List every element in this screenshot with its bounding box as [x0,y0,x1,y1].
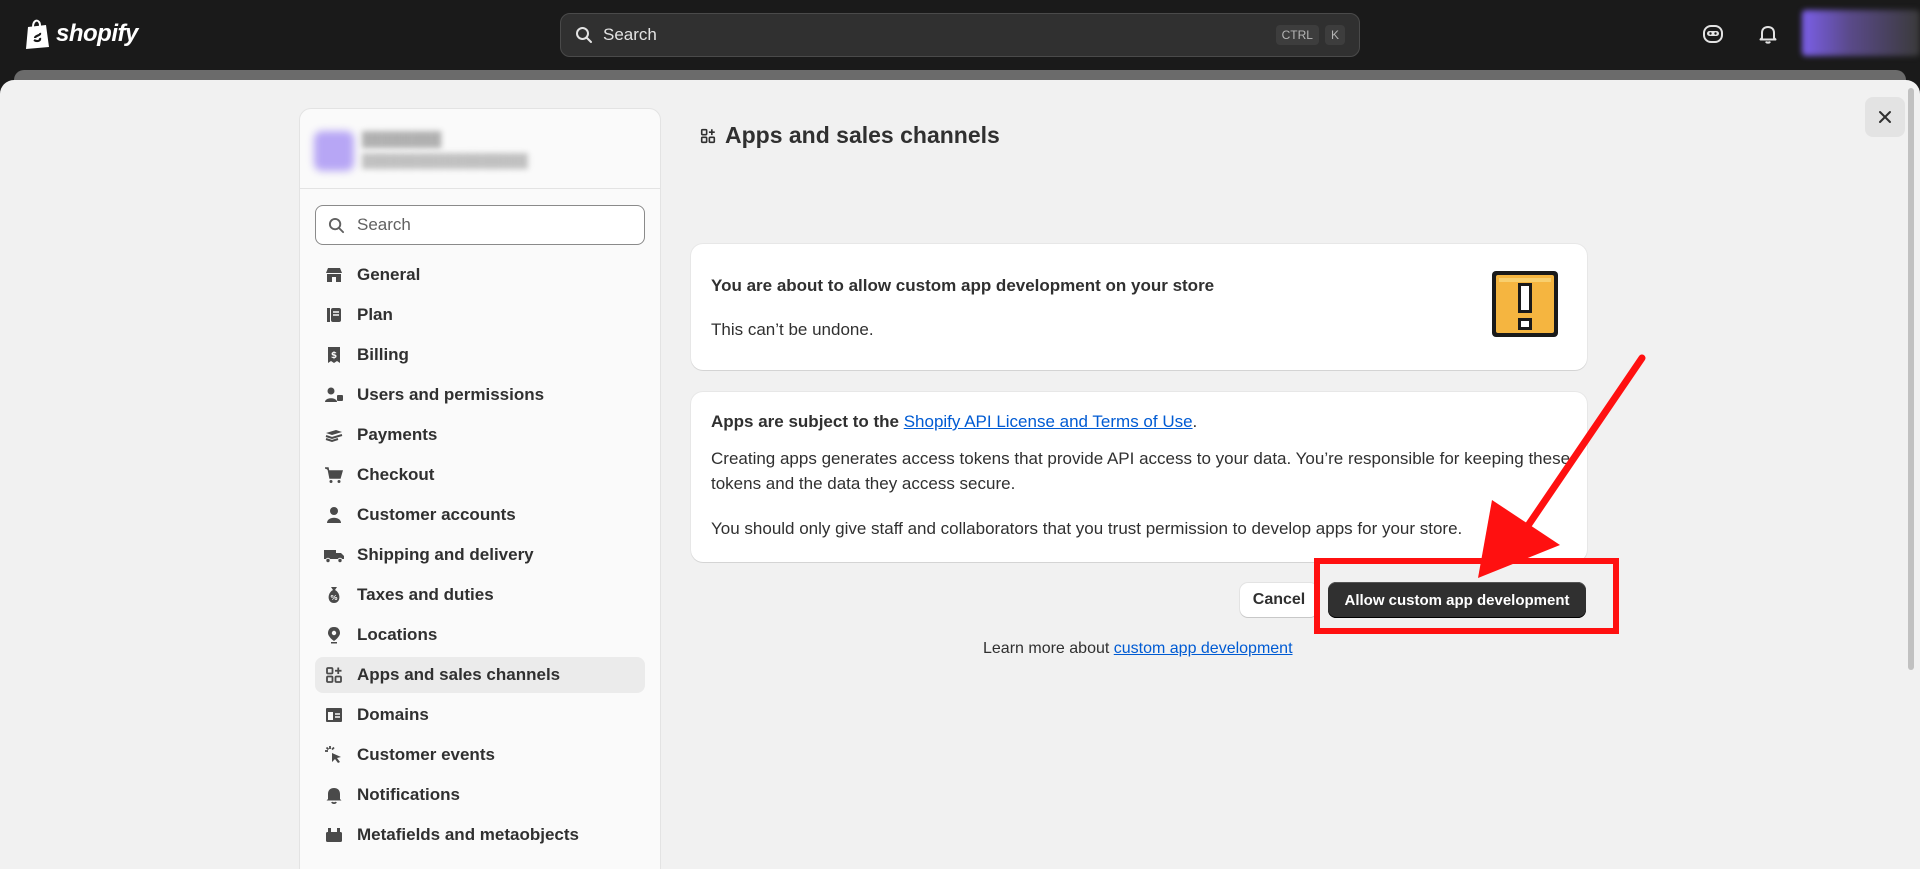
plan-icon [323,304,345,326]
global-search[interactable]: Search CTRL K [560,13,1360,57]
shopify-bag-icon [26,19,49,49]
shopify-logo[interactable]: shopify [24,18,138,50]
terms-paragraph: Creating apps generates access tokens th… [711,449,1571,493]
close-icon [1879,111,1891,123]
close-button[interactable] [1865,97,1905,137]
store-avatar [314,131,354,171]
search-icon [576,27,592,43]
sidebar-item-users-and-permissions[interactable]: Users and permissions [315,377,645,413]
page-header: Apps and sales channels [699,122,1000,149]
sidebar-item-checkout[interactable]: Checkout [315,457,645,493]
warning-subtext: This can’t be undone. [711,320,874,339]
cancel-button[interactable]: Cancel [1240,583,1318,617]
settings-nav: General Plan $ Billing Users and permiss… [315,257,645,857]
terms-card: Apps are subject to the Shopify API Lice… [691,392,1587,562]
sidebar-item-domains[interactable]: Domains [315,697,645,733]
learn-more: Learn more about custom app development [983,640,1293,657]
sidebar-item-shipping-and-delivery[interactable]: Shipping and delivery [315,537,645,573]
user-avatar[interactable] [1802,10,1920,56]
settings-search-placeholder: Search [357,215,411,234]
terms-line: Apps are subject to the Shopify API Lice… [711,412,1198,431]
domains-icon [323,704,345,726]
sidebar-item-general[interactable]: General [315,257,645,293]
sidebar-item-payments[interactable]: Payments [315,417,645,453]
sidebar-item-locations[interactable]: Locations [315,617,645,653]
billing-icon: $ [323,344,345,366]
sidebar-item-customer-events[interactable]: Customer events [315,737,645,773]
background-page-edge [14,70,1906,80]
shortcut-key-ctrl: CTRL [1275,25,1319,45]
exclamation-warning-icon [1492,271,1558,337]
bell-icon [323,784,345,806]
sidebar-item-taxes-and-duties[interactable]: % Taxes and duties [315,577,645,613]
search-placeholder: Search [603,25,657,44]
annotation-arrow-icon [1478,354,1646,578]
shortcut-key-k: K [1324,25,1345,45]
settings-search-input[interactable]: Search [315,205,645,245]
brand-name: shopify [56,20,138,47]
store-url-blurred: ██████████████████ [362,153,528,168]
warning-heading: You are about to allow custom app develo… [711,276,1215,295]
custom-app-development-link[interactable]: custom app development [1114,640,1293,657]
users-icon [323,384,345,406]
sidebar-item-billing[interactable]: $ Billing [315,337,645,373]
apps-icon [700,128,716,143]
warning-card: You are about to allow custom app develo… [691,244,1587,370]
sidebar-item-metafields-and-metaobjects[interactable]: Metafields and metaobjects [315,817,645,853]
tax-bag-icon: % [323,584,345,606]
cart-icon [323,464,345,486]
sidebar-item-notifications[interactable]: Notifications [315,777,645,813]
api-terms-link[interactable]: Shopify API License and Terms of Use [904,412,1193,431]
sidebar-item-customer-accounts[interactable]: Customer accounts [315,497,645,533]
truck-icon [323,544,345,566]
payments-icon [323,424,345,446]
page-title: Apps and sales channels [725,122,1000,148]
bell-icon[interactable] [1756,22,1780,46]
location-pin-icon [323,624,345,646]
metafields-icon [323,824,345,846]
sidebar-item-apps-and-sales-channels[interactable]: Apps and sales channels [315,657,645,693]
top-bar: shopify Search CTRL K [0,0,1920,70]
store-header[interactable]: ████████ ██████████████████ [300,109,660,189]
person-icon [323,504,345,526]
settings-sidebar: ████████ ██████████████████ Search Gener… [299,108,661,869]
apps-icon [323,664,345,686]
scrollbar[interactable] [1908,88,1914,670]
sidebar-item-plan[interactable]: Plan [315,297,645,333]
settings-modal: ████████ ██████████████████ Search Gener… [0,80,1920,869]
store-icon [323,264,345,286]
svg-text:%: % [330,594,337,602]
cursor-click-icon [323,744,345,766]
terms-note: You should only give staff and collabora… [711,519,1463,538]
sidekick-icon[interactable] [1701,22,1725,46]
search-icon [328,217,345,233]
store-name-blurred: ████████ [362,131,442,147]
svg-text:$: $ [331,351,337,361]
